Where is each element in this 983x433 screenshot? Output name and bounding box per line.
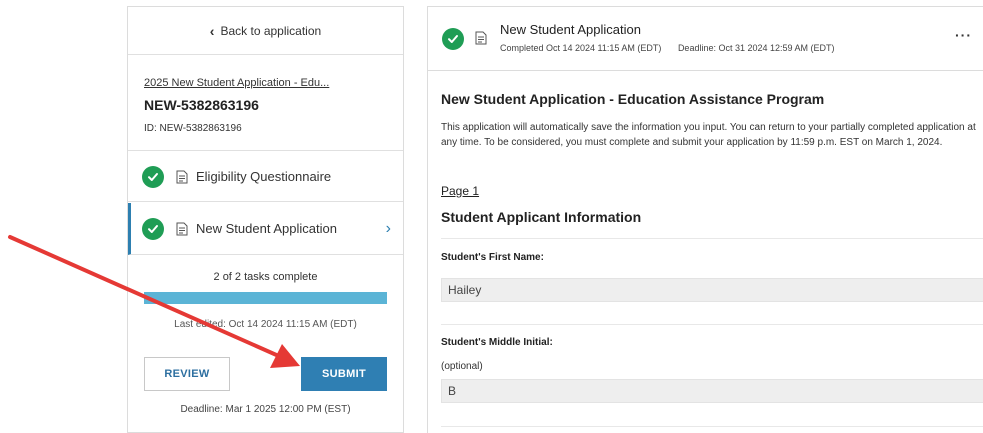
review-button[interactable]: REVIEW bbox=[144, 357, 230, 391]
form-header-meta: Completed Oct 14 2024 11:15 AM (EDT) Dea… bbox=[500, 43, 835, 53]
chevron-left-icon: ‹ bbox=[209, 22, 215, 39]
form-header-title: New Student Application bbox=[500, 22, 641, 37]
application-title-link[interactable]: 2025 New Student Application - Edu... bbox=[144, 77, 403, 89]
more-options-icon[interactable]: ··· bbox=[955, 27, 972, 43]
application-id: ID: NEW-5382863196 bbox=[144, 123, 242, 134]
form-deadline: Deadline: Oct 31 2024 12:59 AM (EDT) bbox=[677, 43, 835, 53]
first-name-label: Student's First Name: bbox=[441, 252, 544, 263]
document-icon bbox=[475, 31, 487, 45]
form-panel: New Student Application Completed Oct 14… bbox=[427, 6, 983, 433]
submit-button[interactable]: SUBMIT bbox=[301, 357, 387, 391]
document-icon bbox=[176, 170, 188, 183]
optional-hint: (optional) bbox=[441, 361, 483, 372]
form-title: New Student Application - Education Assi… bbox=[441, 91, 825, 107]
progress-text: 2 of 2 tasks complete bbox=[213, 271, 318, 283]
progress-bar-fill bbox=[144, 292, 387, 304]
progress-bar bbox=[144, 292, 387, 304]
middle-initial-field[interactable]: B bbox=[441, 379, 983, 403]
back-link-label: Back to application bbox=[220, 23, 322, 38]
section-title: Student Applicant Information bbox=[441, 209, 642, 225]
application-summary: 2025 New Student Application - Edu... NE… bbox=[128, 55, 403, 151]
divider bbox=[441, 238, 983, 239]
page-label: Page 1 bbox=[441, 184, 480, 198]
application-deadline: Deadline: Mar 1 2025 12:00 PM (EST) bbox=[180, 404, 351, 415]
task-label: Eligibility Questionnaire bbox=[196, 169, 332, 184]
form-header: New Student Application Completed Oct 14… bbox=[428, 7, 983, 71]
task-new-student-application[interactable]: New Student Application › bbox=[128, 203, 403, 255]
task-sidebar: ‹ Back to application 2025 New Student A… bbox=[127, 6, 404, 433]
check-circle-icon bbox=[142, 165, 164, 188]
chevron-right-icon: › bbox=[385, 219, 391, 237]
first-name-field[interactable]: Hailey bbox=[441, 278, 983, 302]
back-to-application-link[interactable]: ‹ Back to application bbox=[128, 7, 403, 55]
completed-date: Completed Oct 14 2024 11:15 AM (EDT) bbox=[500, 43, 662, 53]
last-edited-text: Last edited: Oct 14 2024 11:15 AM (EDT) bbox=[174, 319, 357, 330]
form-intro-text: This application will automatically save… bbox=[441, 122, 976, 148]
check-circle-icon bbox=[142, 217, 164, 240]
check-circle-icon bbox=[442, 28, 464, 50]
application-number: NEW-5382863196 bbox=[144, 97, 259, 113]
task-label: New Student Application bbox=[196, 221, 337, 236]
middle-initial-label: Student's Middle Initial: bbox=[441, 337, 553, 348]
divider bbox=[441, 324, 983, 325]
divider bbox=[441, 426, 983, 427]
document-icon bbox=[176, 222, 188, 235]
task-eligibility-questionnaire[interactable]: Eligibility Questionnaire bbox=[128, 152, 403, 202]
